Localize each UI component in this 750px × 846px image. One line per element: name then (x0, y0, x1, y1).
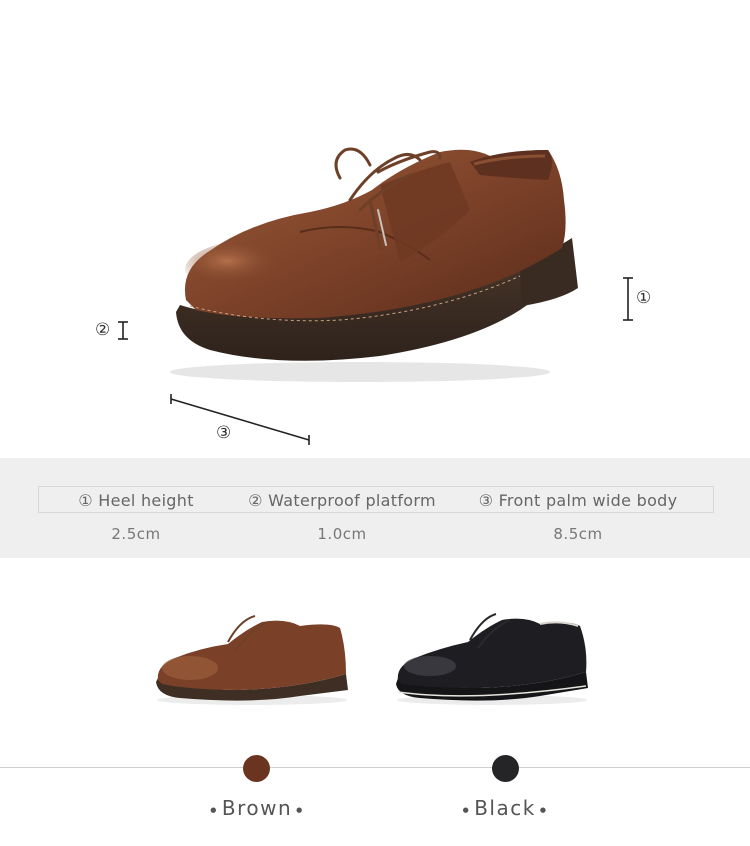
black-shoe-thumbnail (396, 613, 588, 705)
spec-value-waterproof-platform: 1.0cm (317, 525, 367, 543)
spec-label-front-palm-width: ③ Front palm wide body (478, 491, 678, 510)
bullet-icon: ● (296, 806, 304, 814)
color-options-section (0, 558, 750, 846)
spec-table: ① Heel height ② Waterproof platform ③ Fr… (0, 458, 750, 558)
heel-height-measure (623, 277, 633, 321)
bullet-icon: ● (462, 806, 471, 814)
marker-2-label: ② (95, 320, 111, 340)
platform-measure (118, 321, 128, 340)
spec-value-front-palm-width: 8.5cm (553, 525, 603, 543)
bullet-icon: ● (210, 806, 218, 814)
black-color-label: Black (474, 796, 536, 820)
marker-1-label: ① (636, 288, 652, 308)
spec-value-heel-height: 2.5cm (111, 525, 161, 543)
black-color-option[interactable]: ● Black ● (425, 796, 585, 820)
marker-3-label: ③ (216, 423, 232, 443)
brown-shoe-illustration (118, 147, 633, 445)
color-variant-images (156, 613, 588, 705)
brown-shoe-thumbnail (156, 615, 348, 705)
spec-label-heel-height: ① Heel height (78, 491, 194, 510)
brown-color-swatch[interactable] (243, 755, 270, 782)
body-width-measure (170, 394, 310, 445)
color-divider-line (0, 767, 750, 768)
brown-color-option[interactable]: ● Brown ● (177, 796, 337, 820)
spec-label-waterproof-platform: ② Waterproof platform (248, 491, 436, 510)
brown-color-label: Brown (221, 796, 293, 820)
hero-product-image: ① ② ③ (0, 0, 750, 458)
bullet-icon: ● (539, 806, 548, 814)
black-color-swatch[interactable] (492, 755, 519, 782)
